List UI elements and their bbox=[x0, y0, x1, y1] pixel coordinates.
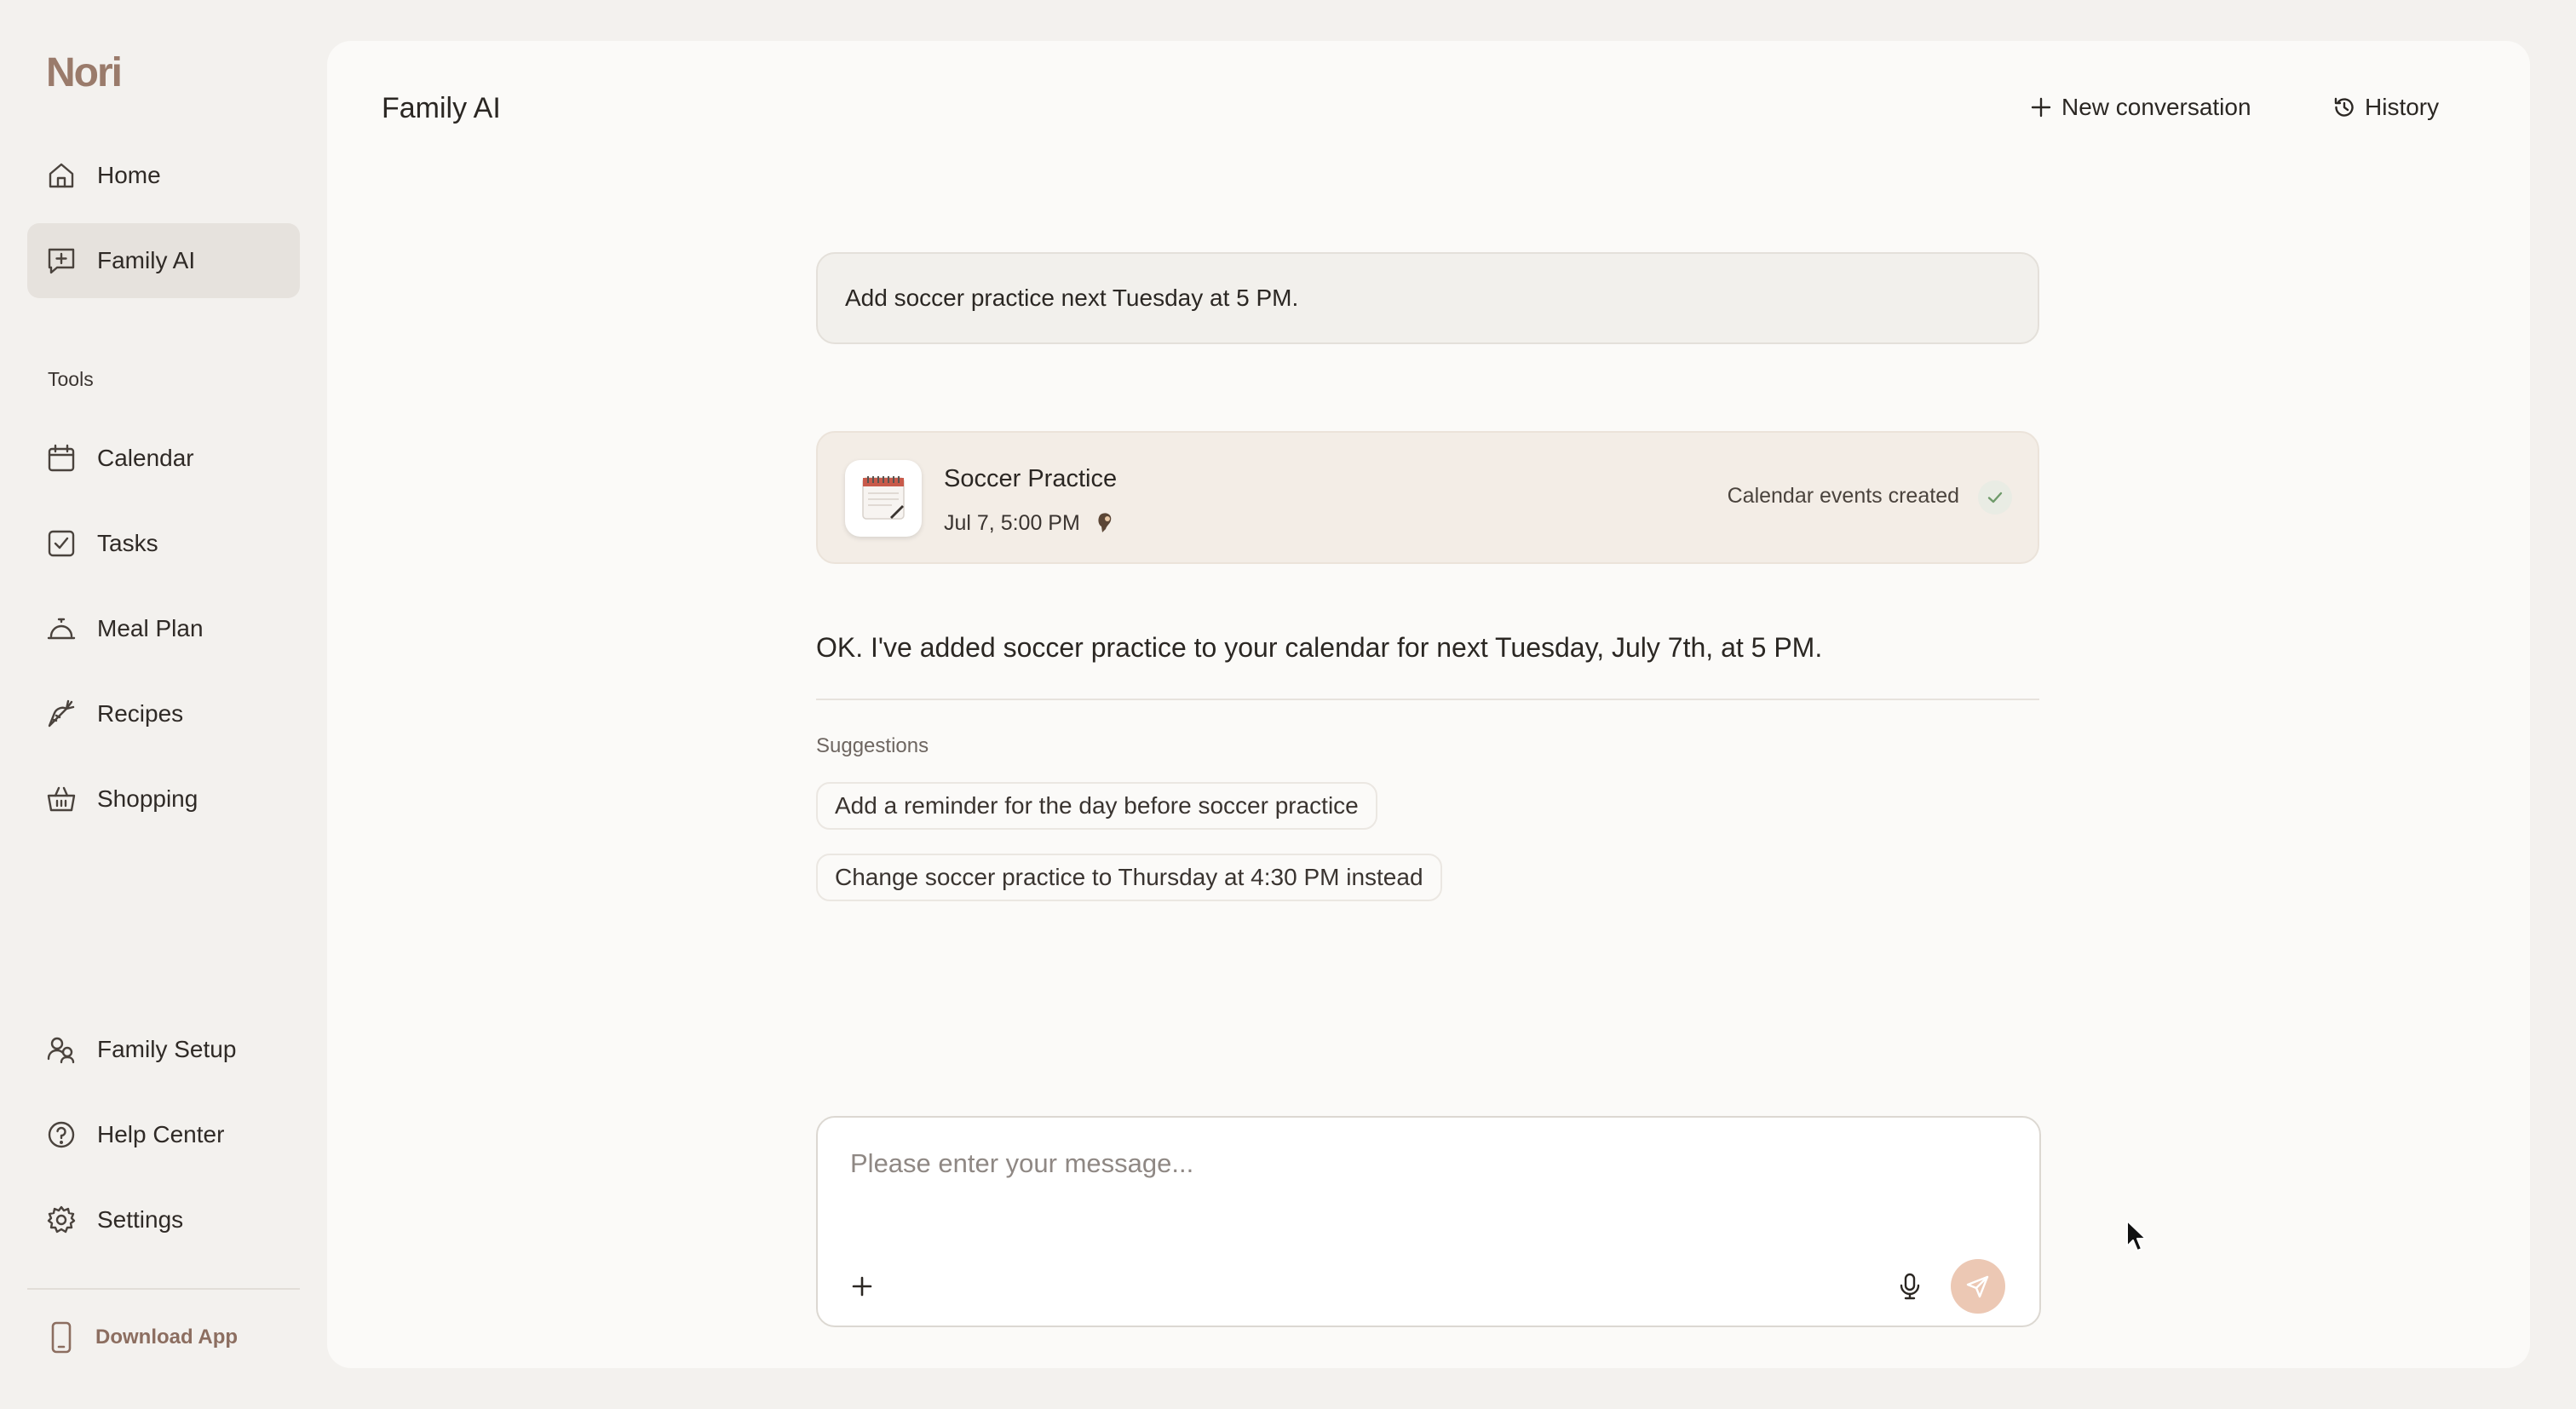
page-title: Family AI bbox=[382, 92, 501, 124]
sidebar-item-shopping[interactable]: Shopping bbox=[27, 762, 300, 837]
chat-plus-icon bbox=[44, 244, 78, 278]
mouse-cursor-icon bbox=[2125, 1218, 2148, 1254]
phone-icon bbox=[44, 1319, 78, 1356]
app-logo[interactable]: Nori bbox=[46, 49, 123, 96]
sidebar-item-help-center[interactable]: Help Center bbox=[27, 1097, 300, 1172]
home-icon bbox=[44, 158, 78, 193]
event-time: Jul 7, 5:00 PM bbox=[944, 511, 1080, 535]
event-status: Calendar events created bbox=[1727, 484, 1959, 508]
sidebar-item-tasks[interactable]: Tasks bbox=[27, 506, 300, 581]
suggestions-label: Suggestions bbox=[816, 734, 929, 757]
check-icon bbox=[1978, 480, 2012, 515]
history-button[interactable]: History bbox=[2332, 90, 2439, 124]
calendar-app-icon bbox=[845, 460, 922, 537]
microphone-icon[interactable] bbox=[1895, 1271, 1925, 1302]
tools-section-label: Tools bbox=[48, 368, 94, 390]
sidebar-item-recipes[interactable]: Recipes bbox=[27, 676, 300, 751]
calendar-event-card[interactable]: Soccer Practice Jul 7, 5:00 PM Calendar … bbox=[816, 431, 2039, 564]
sidebar-item-label: Home bbox=[97, 162, 161, 188]
sidebar-item-home[interactable]: Home bbox=[27, 138, 300, 213]
member-avatar-icon bbox=[1092, 509, 1118, 535]
sidebar-item-label: Meal Plan bbox=[97, 615, 204, 641]
sidebar-item-label: Family AI bbox=[97, 247, 196, 273]
sidebar-divider bbox=[27, 1288, 300, 1290]
history-icon bbox=[2332, 95, 2356, 119]
sidebar-item-family-ai[interactable]: Family AI bbox=[27, 223, 300, 298]
gear-icon bbox=[44, 1203, 78, 1237]
new-conversation-label: New conversation bbox=[2061, 94, 2251, 120]
event-title: Soccer Practice bbox=[944, 465, 1118, 492]
plus-icon bbox=[2029, 95, 2053, 119]
help-icon bbox=[44, 1118, 78, 1152]
family-icon bbox=[44, 1032, 78, 1067]
cloche-icon bbox=[44, 612, 78, 646]
conversation-divider bbox=[816, 699, 2039, 700]
calendar-icon bbox=[44, 441, 78, 475]
sidebar-item-label: Recipes bbox=[97, 700, 184, 727]
sidebar-item-label: Family Setup bbox=[97, 1036, 237, 1062]
sidebar-item-label: Calendar bbox=[97, 445, 194, 471]
new-conversation-button[interactable]: New conversation bbox=[2029, 90, 2251, 124]
sidebar-item-settings[interactable]: Settings bbox=[27, 1182, 300, 1257]
suggestion-chip[interactable]: Change soccer practice to Thursday at 4:… bbox=[816, 854, 1442, 901]
sidebar: Nori Home Family AI Tools Calendar Tasks… bbox=[0, 0, 327, 1409]
user-message: Add soccer practice next Tuesday at 5 PM… bbox=[816, 252, 2039, 344]
attach-plus-icon[interactable] bbox=[848, 1273, 876, 1300]
sidebar-item-label: Settings bbox=[97, 1206, 184, 1233]
sidebar-item-label: Help Center bbox=[97, 1121, 225, 1147]
message-composer bbox=[816, 1116, 2041, 1327]
sidebar-item-label: Shopping bbox=[97, 785, 198, 812]
checkbox-icon bbox=[44, 526, 78, 561]
sidebar-item-label: Tasks bbox=[97, 530, 158, 556]
sidebar-item-calendar[interactable]: Calendar bbox=[27, 421, 300, 496]
message-input[interactable] bbox=[850, 1143, 2009, 1184]
download-app-link[interactable]: Download App bbox=[44, 1319, 238, 1356]
main-panel: Family AI New conversation History Add s… bbox=[327, 41, 2530, 1368]
basket-icon bbox=[44, 782, 78, 816]
send-icon bbox=[1966, 1275, 1989, 1298]
send-button[interactable] bbox=[1951, 1259, 2005, 1314]
sidebar-item-meal-plan[interactable]: Meal Plan bbox=[27, 591, 300, 666]
carrot-icon bbox=[44, 697, 78, 731]
history-label: History bbox=[2365, 94, 2440, 120]
suggestion-chip[interactable]: Add a reminder for the day before soccer… bbox=[816, 782, 1377, 830]
sidebar-item-family-setup[interactable]: Family Setup bbox=[27, 1012, 300, 1087]
download-app-label: Download App bbox=[95, 1326, 239, 1349]
assistant-message: OK. I've added soccer practice to your c… bbox=[816, 632, 1823, 663]
